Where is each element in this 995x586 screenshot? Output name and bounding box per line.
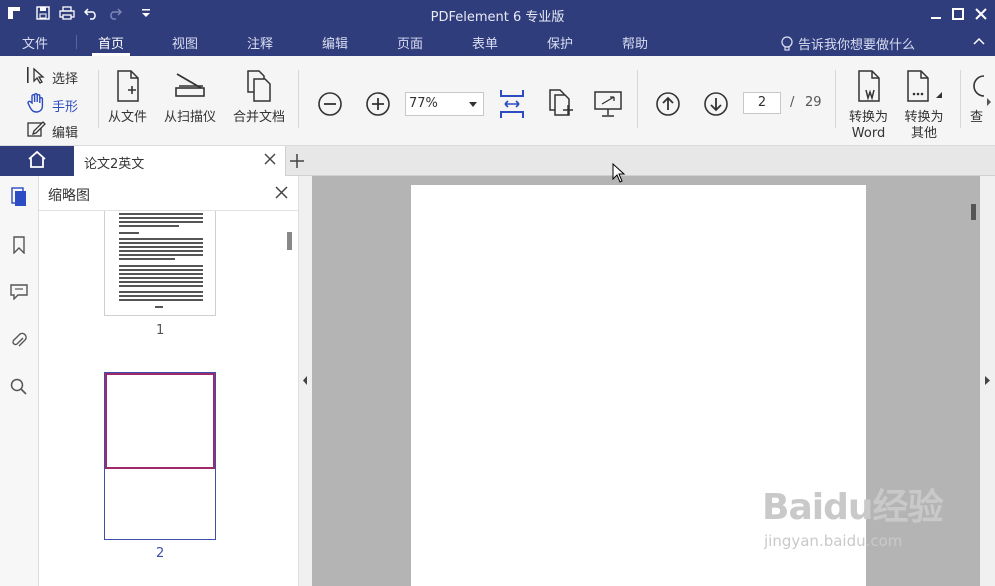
- zoom-out-icon[interactable]: [316, 90, 344, 118]
- menu-edit[interactable]: 编辑: [322, 33, 348, 52]
- lightbulb-icon: [780, 35, 794, 52]
- from-file-button[interactable]: 从文件: [108, 70, 147, 126]
- convert-to-other-button[interactable]: 转换为 其他: [904, 70, 944, 142]
- convert-to-word-label: 转换为 Word: [849, 110, 889, 141]
- title-bar: PDFelement 6 专业版: [0, 0, 995, 28]
- menu-comment[interactable]: 注释: [247, 33, 273, 52]
- word-file-icon: [855, 70, 883, 106]
- slideshow-icon[interactable]: [592, 87, 624, 121]
- ribbon-scroll-right-icon[interactable]: [986, 96, 992, 111]
- left-sidebar-rail: [0, 176, 39, 586]
- left-panel-splitter[interactable]: [299, 176, 312, 586]
- tell-me-search[interactable]: 告诉我你想要做什么: [780, 34, 915, 53]
- hand-tool-label: 手形: [52, 99, 79, 115]
- menu-page[interactable]: 页面: [397, 33, 423, 52]
- new-file-icon: [114, 70, 142, 106]
- cut-off-label: 查: [970, 110, 984, 125]
- hand-icon: [26, 93, 52, 117]
- page-separator: /: [790, 95, 795, 110]
- home-icon: [27, 150, 47, 172]
- page-thumbnail-1[interactable]: [104, 211, 216, 316]
- bookmark-icon[interactable]: [9, 235, 29, 255]
- ribbon-divider: [835, 70, 836, 128]
- edit-tool[interactable]: 编辑: [26, 120, 78, 142]
- from-file-label: 从文件: [108, 110, 148, 125]
- scanner-icon: [173, 70, 207, 106]
- home-tab[interactable]: [0, 146, 74, 176]
- from-scanner-button[interactable]: 从扫描仪: [164, 70, 216, 126]
- expand-right-icon[interactable]: [985, 376, 990, 385]
- chevron-down-icon: [469, 102, 477, 107]
- ribbon-divider: [298, 70, 299, 128]
- attachment-icon[interactable]: [9, 330, 29, 350]
- right-panel-splitter[interactable]: [980, 176, 995, 586]
- close-icon[interactable]: [971, 4, 991, 24]
- mouse-cursor-icon: [612, 162, 626, 187]
- close-panel-icon[interactable]: [275, 186, 288, 203]
- document-scrollbar[interactable]: [971, 204, 976, 220]
- watermark-url: jingyan.baidu.com: [764, 532, 903, 550]
- page-total: 29: [805, 95, 822, 110]
- visible-area-frame: [105, 373, 215, 469]
- zoom-select[interactable]: 77%: [405, 92, 484, 116]
- next-page-icon[interactable]: [702, 90, 730, 118]
- document-tab[interactable]: 论文2英文: [74, 146, 286, 176]
- menu-bar: 文件 首页 视图 注释 编辑 页面 表单 保护 帮助 告诉我你想要做什么: [0, 28, 995, 56]
- thumbnails-icon[interactable]: [9, 187, 29, 207]
- cut-off-ribbon-button[interactable]: 查: [970, 70, 984, 126]
- menu-home[interactable]: 首页: [98, 33, 124, 52]
- close-tab-icon[interactable]: [264, 153, 276, 169]
- collapse-ribbon-icon[interactable]: [973, 35, 985, 50]
- page-number-label: 1: [156, 323, 165, 338]
- page-thumbnail-2[interactable]: [104, 372, 216, 540]
- page-number-label: 2: [156, 546, 165, 561]
- convert-to-other-label: 转换为 其他: [904, 110, 944, 141]
- collapse-left-icon[interactable]: [303, 376, 308, 385]
- search-icon: [970, 70, 984, 106]
- select-tool[interactable]: 选择: [26, 66, 78, 88]
- document-tab-bar: 论文2英文: [0, 146, 995, 176]
- page-number-input[interactable]: 2: [743, 92, 781, 114]
- combine-files-label: 合并文档: [233, 110, 286, 125]
- page-fit-icon[interactable]: [546, 87, 576, 121]
- maximize-icon[interactable]: [948, 4, 968, 24]
- menu-file[interactable]: 文件: [22, 33, 48, 52]
- from-scanner-label: 从扫描仪: [164, 110, 217, 125]
- zoom-in-icon[interactable]: [364, 90, 392, 118]
- menu-help[interactable]: 帮助: [622, 33, 648, 52]
- watermark-brand: Baidu经验: [762, 487, 943, 528]
- window-title: PDFelement 6 专业版: [430, 10, 565, 25]
- zoom-value: 77%: [409, 96, 438, 111]
- combine-files-icon: [245, 70, 273, 106]
- other-file-icon: [904, 70, 944, 106]
- menu-form[interactable]: 表单: [472, 33, 498, 52]
- tell-me-text: 告诉我你想要做什么: [798, 38, 916, 53]
- hand-tool[interactable]: 手形: [26, 93, 78, 117]
- select-tool-label: 选择: [52, 71, 79, 87]
- thumbnail-scrollbar[interactable]: [287, 232, 292, 250]
- ribbon-toolbar: 选择 手形 编辑 从文件 从扫描仪 合并文档 77% 2 / 29 转换为 Wo…: [0, 56, 995, 146]
- document-tab-title: 论文2英文: [84, 157, 145, 172]
- edit-tool-label: 编辑: [52, 125, 79, 141]
- thumbnail-panel: 缩略图 1 2: [39, 176, 299, 586]
- previous-page-icon[interactable]: [654, 90, 682, 118]
- menu-protect[interactable]: 保护: [547, 33, 573, 52]
- comment-icon[interactable]: [9, 282, 29, 302]
- thumbnail-panel-header: 缩略图: [39, 176, 298, 211]
- search-icon[interactable]: [9, 377, 29, 397]
- convert-to-word-button[interactable]: 转换为 Word: [849, 70, 888, 142]
- ribbon-divider: [98, 70, 99, 128]
- thumbnail-panel-title: 缩略图: [48, 188, 90, 204]
- baidu-watermark: Baidu经验 jingyan.baidu.com: [762, 478, 943, 550]
- new-tab-icon[interactable]: [289, 153, 305, 173]
- combine-files-button[interactable]: 合并文档: [233, 70, 285, 126]
- ribbon-divider: [637, 70, 638, 128]
- select-cursor-icon: [26, 66, 52, 88]
- fit-width-icon[interactable]: [497, 87, 527, 121]
- menu-view[interactable]: 视图: [172, 33, 198, 52]
- edit-pencil-icon: [26, 120, 52, 142]
- ribbon-divider: [960, 70, 961, 128]
- menu-divider: [76, 35, 77, 49]
- minimize-icon[interactable]: [926, 4, 946, 24]
